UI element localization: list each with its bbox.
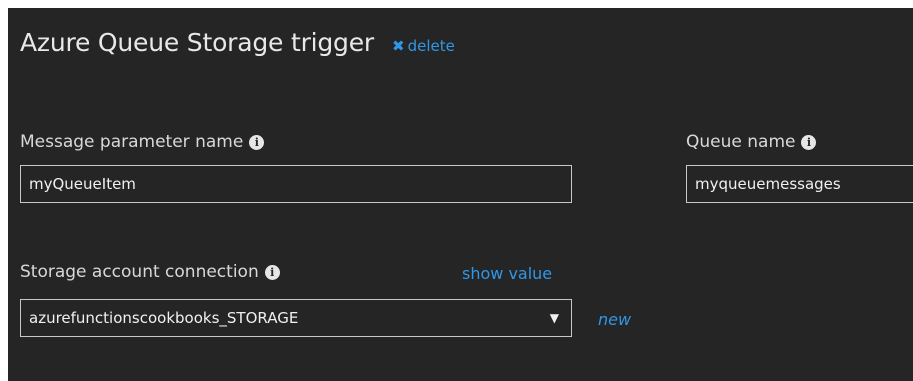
- new-connection-link[interactable]: new: [598, 310, 631, 329]
- delete-label: delete: [407, 37, 455, 55]
- message-parameter-value: myQueueItem: [29, 175, 136, 193]
- page-title: Azure Queue Storage trigger: [20, 28, 374, 57]
- close-icon: ✖: [392, 37, 405, 55]
- header: Azure Queue Storage trigger ✖ delete: [20, 28, 455, 57]
- delete-button[interactable]: ✖ delete: [392, 37, 455, 55]
- queue-name-input[interactable]: myqueuemessages: [686, 165, 913, 203]
- storage-connection-label-text: Storage account connection: [20, 262, 259, 282]
- queue-name-value: myqueuemessages: [695, 175, 841, 193]
- storage-connection-label: Storage account connection i: [20, 262, 280, 282]
- info-icon[interactable]: i: [249, 134, 265, 150]
- queue-name-label: Queue name i: [686, 132, 817, 152]
- message-parameter-label-text: Message parameter name: [20, 132, 244, 152]
- storage-connection-selected: azurefunctionscookbooks_STORAGE: [29, 309, 299, 327]
- show-value-link[interactable]: show value: [462, 264, 552, 283]
- trigger-panel: Azure Queue Storage trigger ✖ delete Mes…: [8, 8, 913, 381]
- caret-down-icon: ▼: [549, 311, 559, 325]
- info-icon[interactable]: i: [801, 134, 817, 150]
- storage-connection-select[interactable]: azurefunctionscookbooks_STORAGE ▼: [20, 299, 572, 337]
- info-icon[interactable]: i: [264, 264, 280, 280]
- message-parameter-input[interactable]: myQueueItem: [20, 165, 572, 203]
- message-parameter-label: Message parameter name i: [20, 132, 265, 152]
- queue-name-label-text: Queue name: [686, 132, 796, 152]
